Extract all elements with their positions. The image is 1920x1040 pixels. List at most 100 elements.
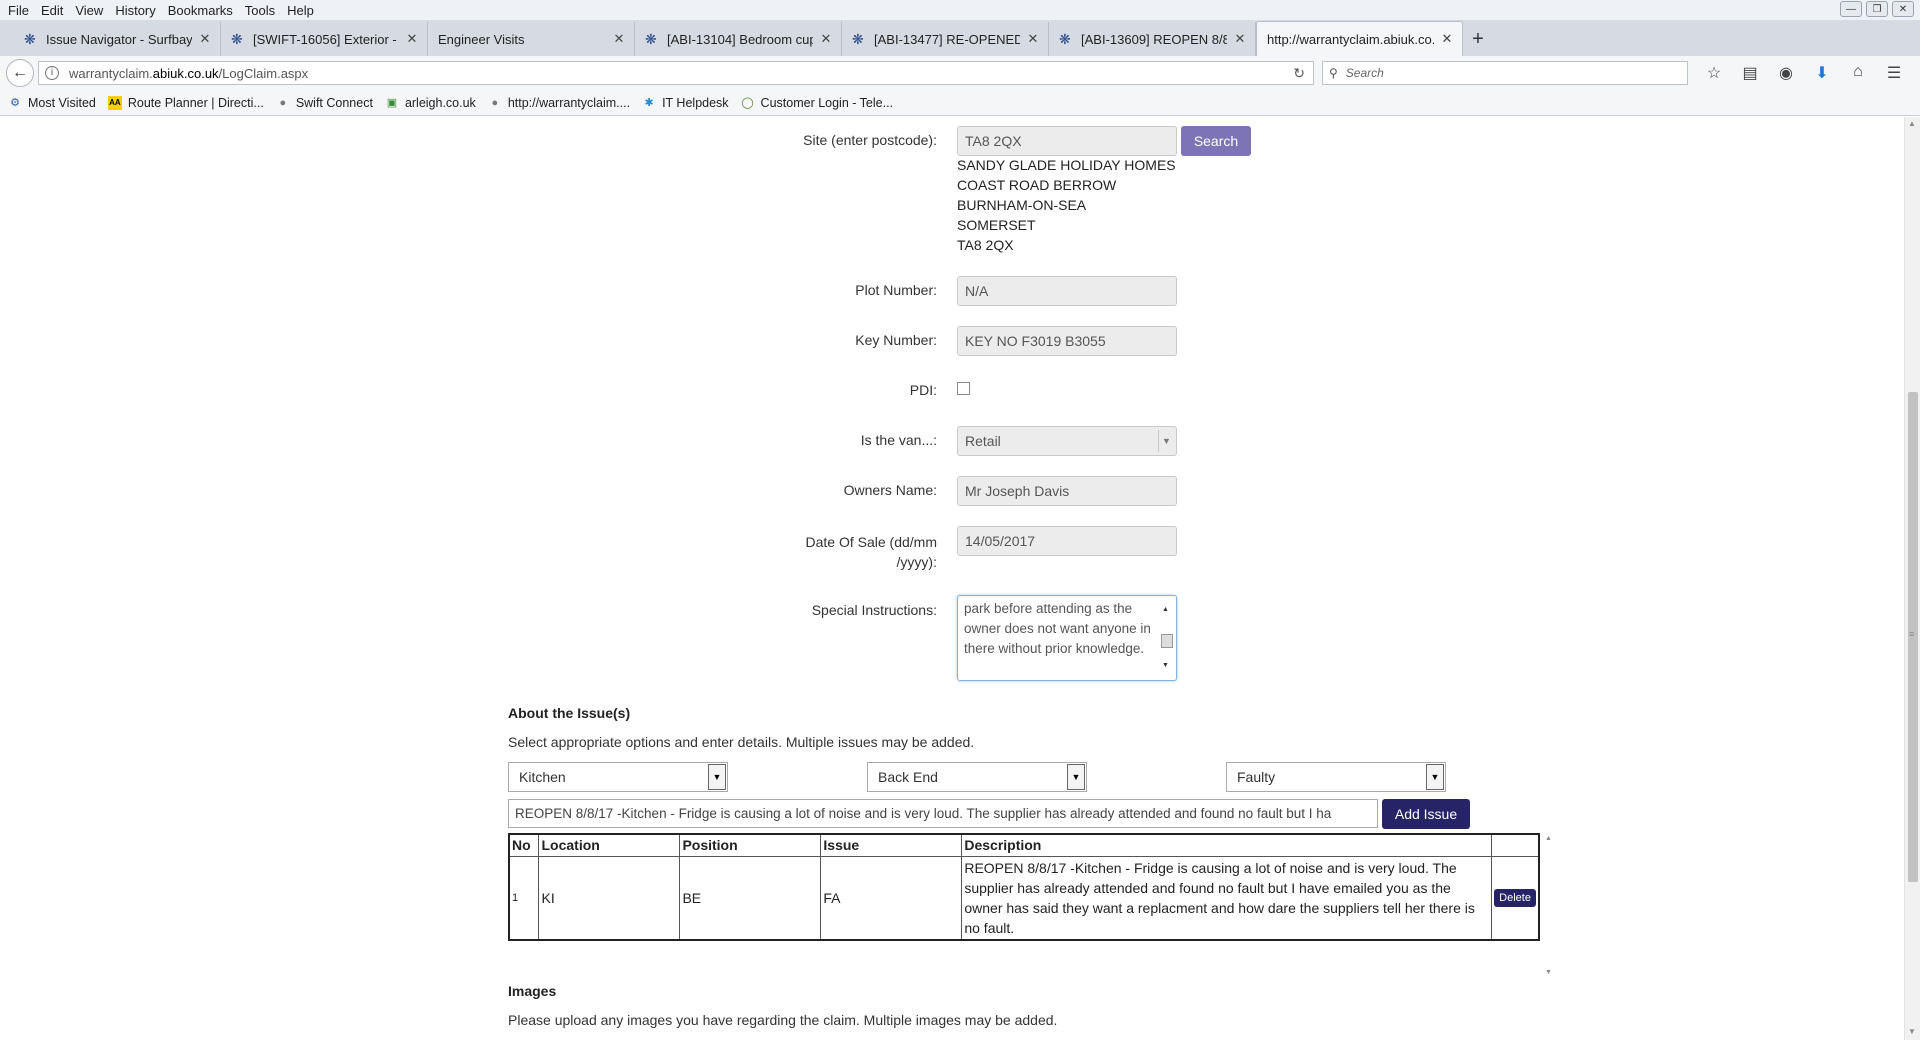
page-scrollbar[interactable]: ▲ ≡ ▼	[1904, 117, 1920, 1040]
tab-label: [ABI-13609] REOPEN 8/8/17 -	[1081, 31, 1227, 47]
nav-bar: ← i warrantyclaim. abiuk.co.uk/LogClaim.a…	[0, 56, 1920, 90]
bookmark-swift-connect[interactable]: ● Swift Connect	[276, 96, 372, 110]
scroll-down-icon[interactable]: ▼	[1545, 969, 1552, 976]
home-icon[interactable]: ⌂	[1840, 63, 1876, 83]
tab-swift-16056[interactable]: ❋ [SWIFT-16056] Exterior - The ✕	[221, 22, 428, 56]
issues-table: No Location Position Issue Description 1…	[508, 833, 1540, 941]
close-window-icon[interactable]: ✕	[1892, 1, 1914, 17]
bookmarks-bar: ⚙ Most Visited AA Route Planner | Directi.…	[0, 90, 1920, 116]
hamburger-menu-icon[interactable]: ☰	[1876, 63, 1912, 83]
bug-icon: ❋	[24, 31, 36, 47]
postcode-search-button[interactable]: Search	[1181, 126, 1251, 156]
location-select[interactable]: Kitchen ▼	[508, 762, 728, 792]
bookmark-customer-login[interactable]: ◯ Customer Login - Tele...	[741, 96, 893, 110]
issues-section-subtitle: Select appropriate options and enter det…	[508, 734, 975, 750]
bookmark-route-planner[interactable]: AA Route Planner | Directi...	[107, 95, 264, 110]
date-of-sale-label-line2: /yyyy):	[896, 554, 937, 570]
bookmark-label: arleigh.co.uk	[404, 95, 476, 110]
star-icon[interactable]: ☆	[1696, 63, 1732, 83]
pocket-icon[interactable]: ◉	[1768, 63, 1804, 83]
issues-table-container: No Location Position Issue Description 1…	[508, 833, 1556, 980]
bookmark-it-helpdesk[interactable]: ✱ IT Helpdesk	[642, 96, 728, 110]
search-placeholder: Search	[1345, 66, 1384, 80]
delete-issue-button[interactable]: Delete	[1494, 889, 1536, 908]
bookmark-most-visited[interactable]: ⚙ Most Visited	[8, 96, 96, 110]
reading-list-icon[interactable]: ▤	[1732, 63, 1768, 83]
close-tab-icon[interactable]: ✕	[405, 31, 419, 47]
back-arrow-icon[interactable]: ←	[6, 59, 34, 87]
close-tab-icon[interactable]: ✕	[1440, 31, 1454, 47]
menu-file[interactable]: File	[4, 3, 33, 18]
chevron-down-icon: ▼	[1426, 764, 1444, 790]
special-instructions-text: park before attending as the owner does …	[964, 601, 1151, 656]
issue-select[interactable]: Faulty ▼	[1226, 762, 1446, 792]
tab-abi-13609[interactable]: ❋ [ABI-13609] REOPEN 8/8/17 - ✕	[1049, 22, 1256, 56]
menu-history[interactable]: History	[111, 3, 159, 18]
scroll-thumb[interactable]	[1161, 634, 1173, 648]
browser-search-input[interactable]: ⚲ Search	[1322, 61, 1688, 85]
address-line: SANDY GLADE HOLIDAY HOMES	[957, 157, 1176, 173]
close-tab-icon[interactable]: ✕	[198, 31, 212, 47]
position-select[interactable]: Back End ▼	[867, 762, 1087, 792]
download-icon[interactable]: ⬇	[1804, 63, 1840, 83]
menu-view[interactable]: View	[71, 3, 107, 18]
tab-label: [ABI-13104] Bedroom cupbo	[667, 31, 813, 47]
gear-icon: ⚙	[10, 97, 20, 109]
bookmark-label: IT Helpdesk	[662, 95, 729, 110]
close-tab-icon[interactable]: ✕	[1233, 31, 1247, 47]
special-instructions-label: Special Instructions:	[811, 602, 937, 618]
textarea-scrollbar[interactable]: ▲ ▼	[1160, 598, 1174, 678]
bookmark-label: Most Visited	[28, 95, 96, 110]
minimize-icon[interactable]: —	[1840, 1, 1862, 17]
plot-number-label: Plot Number:	[855, 282, 937, 298]
menu-tools[interactable]: Tools	[241, 3, 279, 18]
menu-help[interactable]: Help	[283, 3, 318, 18]
bookmark-label: Route Planner | Directi...	[127, 95, 264, 110]
van-type-select[interactable]: Retail ▼	[957, 426, 1177, 456]
add-issue-button[interactable]: Add Issue	[1382, 799, 1470, 829]
special-instructions-textarea[interactable]: park before attending as the owner does …	[957, 595, 1177, 681]
pdi-checkbox[interactable]	[957, 382, 970, 395]
scroll-up-icon[interactable]: ▲	[1908, 119, 1916, 128]
bookmark-arleigh[interactable]: ▣ arleigh.co.uk	[385, 96, 476, 110]
menu-bookmarks[interactable]: Bookmarks	[164, 3, 237, 18]
info-icon[interactable]: i	[45, 66, 59, 80]
tab-issue-navigator[interactable]: ❋ Issue Navigator - Surfbay Cu ✕	[14, 22, 221, 56]
position-value: Back End	[878, 769, 938, 785]
bookmark-label: http://warrantyclaim....	[507, 95, 631, 110]
tab-abi-13477[interactable]: ❋ [ABI-13477] RE-OPENED. Ow ✕	[842, 22, 1049, 56]
new-tab-icon[interactable]: +	[1463, 22, 1493, 56]
plot-number-input[interactable]: N/A	[957, 276, 1177, 306]
bug-icon: ❋	[852, 31, 864, 47]
key-number-input[interactable]: KEY NO F3019 B3055	[957, 326, 1177, 356]
bookmark-label: Customer Login - Tele...	[760, 95, 894, 110]
scroll-up-icon[interactable]: ▲	[1545, 835, 1552, 842]
scroll-down-icon[interactable]: ▼	[1908, 1027, 1916, 1036]
postcode-input[interactable]: TA8 2QX	[957, 126, 1177, 156]
column-header-position: Position	[679, 833, 822, 857]
url-bar[interactable]: i warrantyclaim. abiuk.co.uk/LogClaim.asp…	[38, 61, 1314, 85]
scroll-down-icon[interactable]: ▼	[1162, 656, 1169, 676]
menu-edit[interactable]: Edit	[37, 3, 67, 18]
reload-icon[interactable]: ↻	[1293, 65, 1305, 82]
url-prefix: warrantyclaim.	[69, 65, 153, 81]
issues-scrollbar[interactable]: ▲ ▼	[1542, 833, 1556, 980]
maximize-icon[interactable]: ❐	[1866, 1, 1888, 17]
bookmark-warrantyclaim[interactable]: ● http://warrantyclaim....	[488, 96, 630, 110]
issue-description-input[interactable]: REOPEN 8/8/17 -Kitchen - Fridge is causi…	[508, 799, 1378, 828]
date-of-sale-input[interactable]: 14/05/2017	[957, 526, 1177, 556]
tab-abi-13104[interactable]: ❋ [ABI-13104] Bedroom cupbo ✕	[635, 22, 842, 56]
bug-icon: ❋	[1059, 31, 1071, 47]
table-header-row: No Location Position Issue Description	[508, 833, 1540, 857]
close-tab-icon[interactable]: ✕	[612, 31, 626, 47]
owners-name-input[interactable]: Mr Joseph Davis	[957, 476, 1177, 506]
issue-location-cell: KI	[538, 855, 681, 941]
close-tab-icon[interactable]: ✕	[819, 31, 833, 47]
tab-engineer-visits[interactable]: Engineer Visits ✕	[428, 22, 635, 56]
close-tab-icon[interactable]: ✕	[1026, 31, 1040, 47]
scroll-up-icon[interactable]: ▲	[1162, 600, 1169, 620]
tab-warrantyclaim[interactable]: http://warrantyclaim.abiuk.co.uk ✕	[1256, 21, 1463, 56]
circle-logo-icon: ◯	[741, 97, 754, 109]
tab-label: [ABI-13477] RE-OPENED. Ow	[874, 31, 1020, 47]
page-content: Site (enter postcode): TA8 2QX Search SA…	[0, 117, 1904, 1040]
